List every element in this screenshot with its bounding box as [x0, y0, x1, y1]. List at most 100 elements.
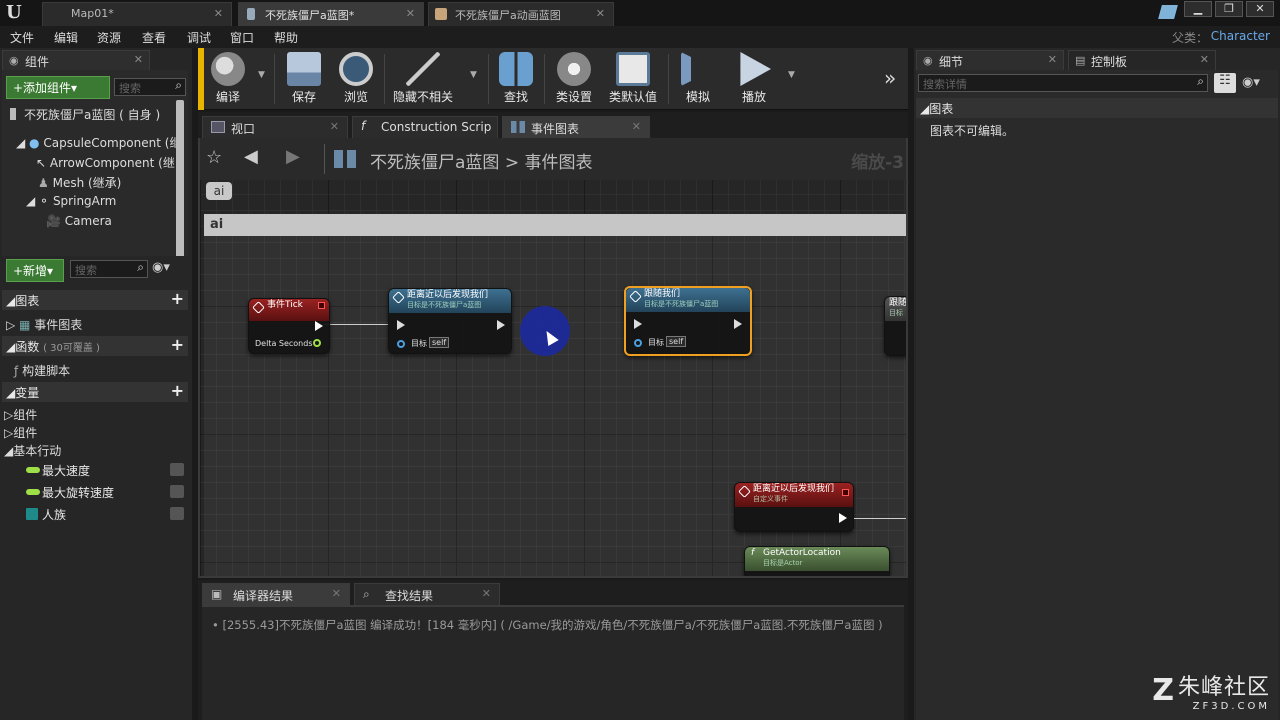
hide-unrelated-button[interactable]: 隐藏不相关 [388, 52, 458, 108]
doc-tab-blueprint[interactable]: 不死族僵尸a蓝图* ✕ [238, 2, 424, 26]
source-control-icon[interactable] [1158, 5, 1178, 19]
var-group-components-2[interactable]: ▷组件 [4, 424, 37, 441]
component-root[interactable]: 不死族僵尸a蓝图 ( 自身 ) [10, 106, 160, 123]
exec-in-pin[interactable] [397, 320, 405, 330]
compile-dropdown-icon[interactable]: ▼ [258, 70, 265, 80]
back-arrow-icon[interactable]: ◀ [244, 146, 258, 167]
self-value[interactable]: self [666, 336, 687, 347]
variable-max-rotation-speed[interactable]: 最大旋转速度 [2, 482, 188, 502]
breadcrumb-root[interactable]: 不死族僵尸a蓝图 [370, 153, 499, 173]
graph-section-header[interactable]: ◢图表 [916, 98, 1278, 118]
follow-partial-node[interactable]: 跟随 目标 [884, 296, 906, 356]
unreal-logo-icon[interactable]: U [6, 2, 26, 24]
menu-file[interactable]: 文件 [10, 29, 34, 46]
search-icon[interactable]: ⌕ [137, 260, 144, 275]
functions-section-header[interactable]: ◢函数 ( 30可覆盖 ) + [2, 335, 188, 356]
visibility-eye-icon[interactable] [170, 463, 184, 476]
save-button[interactable]: 保存 [280, 52, 328, 108]
tree-item-arrow[interactable]: ↖ ArrowComponent (继 [36, 154, 175, 171]
target-pin[interactable] [634, 339, 642, 347]
var-group-components[interactable]: ▷组件 [4, 406, 37, 423]
add-function-icon[interactable]: + [171, 335, 184, 354]
exec-out-pin[interactable] [839, 513, 847, 523]
close-icon[interactable]: ✕ [134, 53, 143, 66]
target-pin[interactable] [397, 340, 405, 348]
components-tab[interactable]: ◉ 组件 ✕ [2, 50, 150, 70]
close-icon[interactable]: ✕ [482, 587, 491, 600]
tab-viewport[interactable]: 视口 ✕ [202, 116, 348, 138]
var-group-basic-movement[interactable]: ◢基本行动 [4, 442, 61, 459]
details-search-input[interactable]: 搜索详情 ⌕ [918, 74, 1208, 92]
maximize-icon[interactable]: ❐ [1215, 1, 1243, 17]
new-button[interactable]: +新增▾ [6, 259, 64, 282]
variable-max-speed[interactable]: 最大速度 [2, 460, 188, 480]
parent-class-link[interactable]: Character [1211, 29, 1270, 43]
close-icon[interactable]: ✕ [214, 7, 223, 20]
graphs-section-header[interactable]: ◢图表 + [2, 289, 188, 310]
components-search-input[interactable]: 搜索 ⌕ [114, 78, 186, 96]
close-window-icon[interactable]: ✕ [1246, 1, 1274, 17]
add-graph-icon[interactable]: + [171, 289, 184, 308]
tab-details[interactable]: ◉ 细节 ✕ [916, 50, 1064, 70]
search-icon[interactable]: ⌕ [175, 78, 182, 93]
components-scrollbar[interactable] [176, 100, 184, 260]
tab-find-results[interactable]: ⌕ 查找结果 ✕ [354, 583, 500, 605]
play-dropdown-icon[interactable]: ▼ [788, 70, 795, 80]
menu-asset[interactable]: 资源 [97, 29, 121, 46]
self-value[interactable]: self [429, 337, 450, 348]
tree-item-capsule[interactable]: ◢ ● CapsuleComponent (继 [16, 134, 181, 151]
delegate-pin-icon[interactable] [318, 302, 325, 309]
doc-tab-anim-blueprint[interactable]: 不死族僵尸a动画蓝图 ✕ [428, 2, 614, 26]
view-options-eye-icon[interactable]: ◉▾ [152, 260, 170, 275]
comment-box-title[interactable]: ai [204, 214, 906, 236]
add-component-button[interactable]: +添加组件▾ [6, 76, 110, 99]
compile-button[interactable]: 编译 [204, 52, 252, 108]
custom-event-node[interactable]: 距离近以后发现我们 自定义事件 [734, 482, 854, 532]
view-options-eye-icon[interactable]: ◉▾ [1242, 75, 1260, 90]
event-graph-canvas[interactable]: ☆ ◀ ▶ 不死族僵尸a蓝图 > 事件图表 缩放-3 ai ai 事件Tick … [198, 138, 908, 578]
exec-out-pin[interactable] [497, 320, 505, 330]
menu-help[interactable]: 帮助 [274, 29, 298, 46]
close-icon[interactable]: ✕ [596, 7, 605, 20]
play-button[interactable]: 播放 [728, 52, 780, 108]
tree-item-camera[interactable]: 🎥 Camera [46, 214, 112, 228]
exec-out-pin[interactable] [315, 321, 323, 331]
exec-out-pin[interactable] [734, 319, 742, 329]
tree-item-springarm[interactable]: ◢ ⚬ SpringArm [26, 194, 116, 208]
menu-edit[interactable]: 编辑 [54, 29, 78, 46]
delegate-pin-icon[interactable] [842, 489, 849, 496]
property-matrix-icon[interactable]: ☷ [1214, 73, 1236, 93]
tab-construction-script[interactable]: f Construction Scrip [352, 116, 498, 138]
find-us-function-node[interactable]: 距离近以后发现我们 目标是不死族僵尸a蓝图 目标 self [388, 288, 512, 354]
find-button[interactable]: 查找 [492, 52, 540, 108]
event-tick-node[interactable]: 事件Tick Delta Seconds [248, 298, 330, 354]
blueprint-search-input[interactable]: 搜索 ⌕ [70, 260, 148, 278]
minimize-icon[interactable]: ▁ [1184, 1, 1212, 17]
tab-palette[interactable]: ▤ 控制板 ✕ [1068, 50, 1216, 70]
add-variable-icon[interactable]: + [171, 381, 184, 400]
close-icon[interactable]: ✕ [330, 120, 339, 133]
favorite-star-icon[interactable]: ☆ [206, 147, 222, 168]
tab-event-graph[interactable]: 事件图表 ✕ [502, 116, 650, 138]
follow-us-function-node[interactable]: 跟随我们 目标是不死族僵尸a蓝图 目标 self [624, 286, 752, 356]
visibility-eye-icon[interactable] [170, 485, 184, 498]
variable-human-race[interactable]: 人族 [2, 504, 188, 524]
exec-in-pin[interactable] [634, 319, 642, 329]
tree-item-mesh[interactable]: ♟ Mesh (继承) [38, 174, 121, 191]
menu-window[interactable]: 窗口 [230, 29, 254, 46]
close-icon[interactable]: ✕ [332, 587, 341, 600]
doc-tab-map[interactable]: Map01* ✕ [42, 2, 232, 26]
comment-bubble[interactable]: ai [206, 182, 232, 200]
class-defaults-button[interactable]: 类默认值 [604, 52, 662, 108]
function-item-construction[interactable]: ƒ 构建脚本 [14, 362, 70, 379]
close-icon[interactable]: ✕ [632, 120, 641, 133]
close-icon[interactable]: ✕ [1200, 53, 1209, 66]
graph-item-event-graph[interactable]: ▷ ▦ 事件图表 [6, 316, 82, 333]
log-line[interactable]: • [2555.43]不死族僵尸a蓝图 编译成功！[184 毫秒内] ( /Ga… [212, 617, 900, 633]
menu-view[interactable]: 查看 [142, 29, 166, 46]
forward-arrow-icon[interactable]: ▶ [286, 146, 300, 167]
class-settings-button[interactable]: 类设置 [548, 52, 600, 108]
menu-debug[interactable]: 调试 [187, 29, 211, 46]
visibility-eye-icon[interactable] [170, 507, 184, 520]
variables-section-header[interactable]: ◢变量 + [2, 381, 188, 402]
